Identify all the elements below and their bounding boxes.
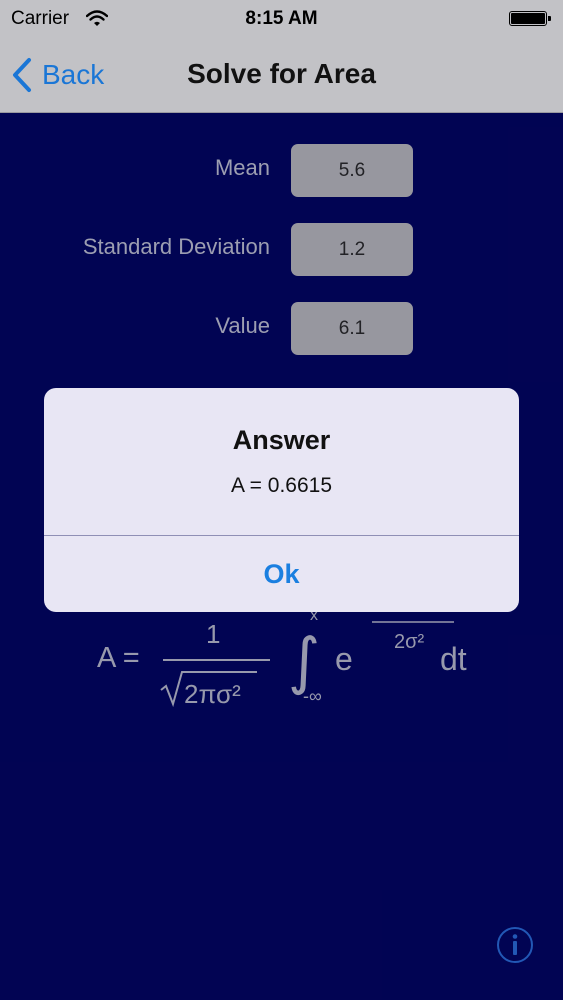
navigation-bar: Back Solve for Area	[0, 40, 563, 113]
ok-button[interactable]: Ok	[44, 536, 519, 612]
alert-message: A = 0.6615	[230, 474, 332, 497]
page-title: Solve for Area	[187, 58, 376, 89]
alert-title: Answer	[232, 425, 331, 455]
status-time: 8:15 AM	[245, 8, 318, 29]
battery-icon	[509, 11, 551, 26]
answer-alert: Answer A = 0.6615 Ok	[44, 388, 519, 612]
status-bar: Carrier 8:15 AM	[0, 0, 563, 40]
